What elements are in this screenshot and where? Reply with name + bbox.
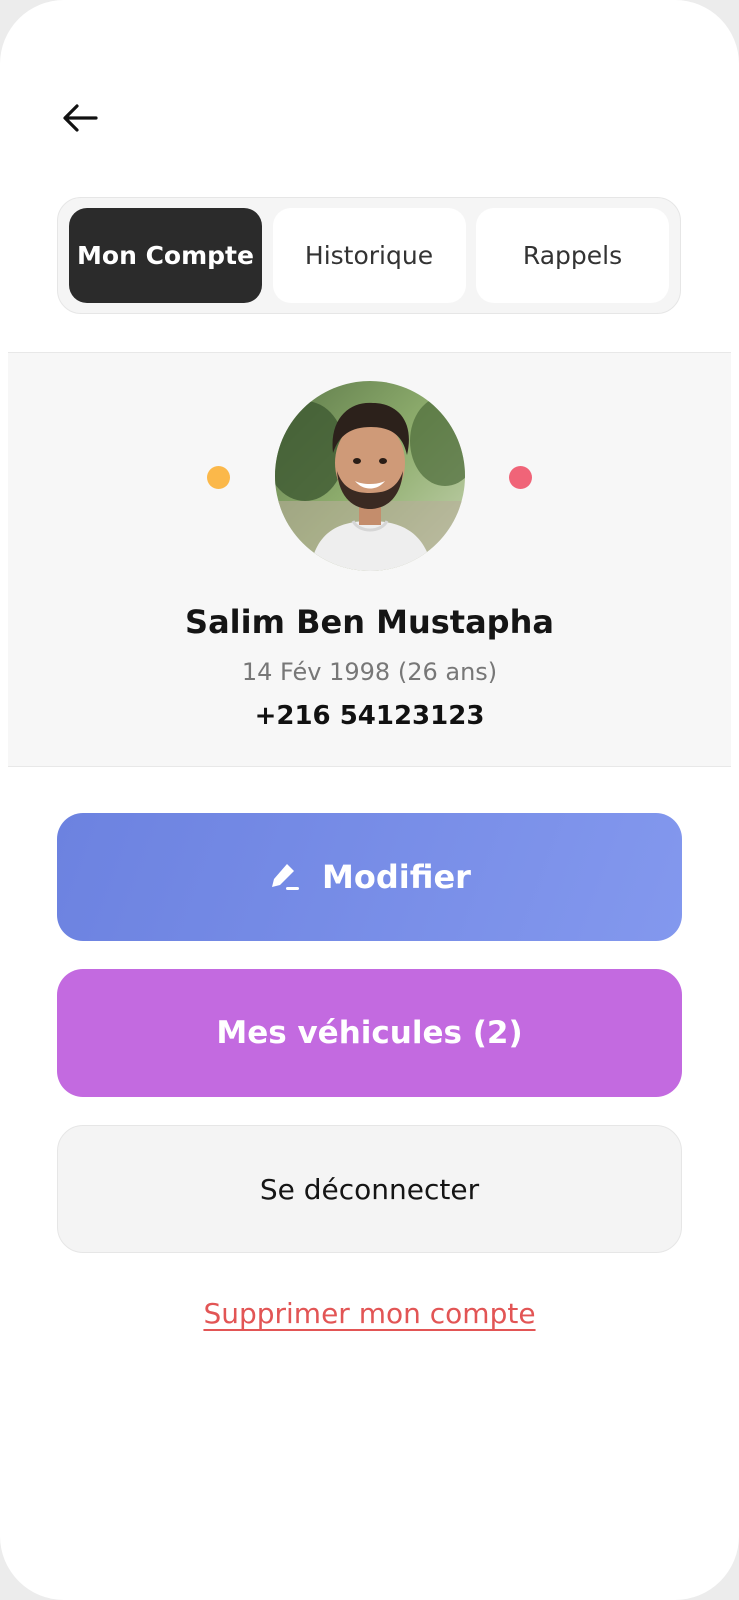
user-birthdate: 14 Fév 1998 (26 ans) (241, 658, 498, 686)
profile-card: Salim Ben Mustapha 14 Fév 1998 (26 ans) … (8, 352, 731, 767)
vehicles-button-label: Mes véhicules (2) (216, 1015, 523, 1051)
tab-rappels[interactable]: Rappels (476, 208, 669, 303)
arrow-left-icon (63, 104, 98, 132)
tab-bar: Mon Compte Historique Rappels (57, 197, 681, 314)
edit-button-label: Modifier (322, 858, 471, 896)
avatar (275, 381, 465, 571)
status-dot-right (509, 466, 532, 489)
user-phone: +216 54123123 (254, 701, 485, 731)
status-dot-left (207, 466, 230, 489)
account-screen: Mon Compte Historique Rappels Salim Ben … (0, 0, 739, 1600)
edit-profile-button[interactable]: Modifier (57, 813, 682, 941)
logout-button[interactable]: Se déconnecter (57, 1125, 682, 1253)
pencil-icon (268, 860, 302, 894)
my-vehicles-button[interactable]: Mes véhicules (2) (57, 969, 682, 1097)
back-button[interactable] (58, 96, 102, 140)
tab-historique[interactable]: Historique (272, 208, 466, 303)
user-name: Salim Ben Mustapha (185, 603, 554, 641)
tab-mon-compte[interactable]: Mon Compte (69, 208, 262, 303)
logout-button-label: Se déconnecter (259, 1172, 480, 1206)
delete-account-link[interactable]: Supprimer mon compte (0, 1297, 739, 1330)
